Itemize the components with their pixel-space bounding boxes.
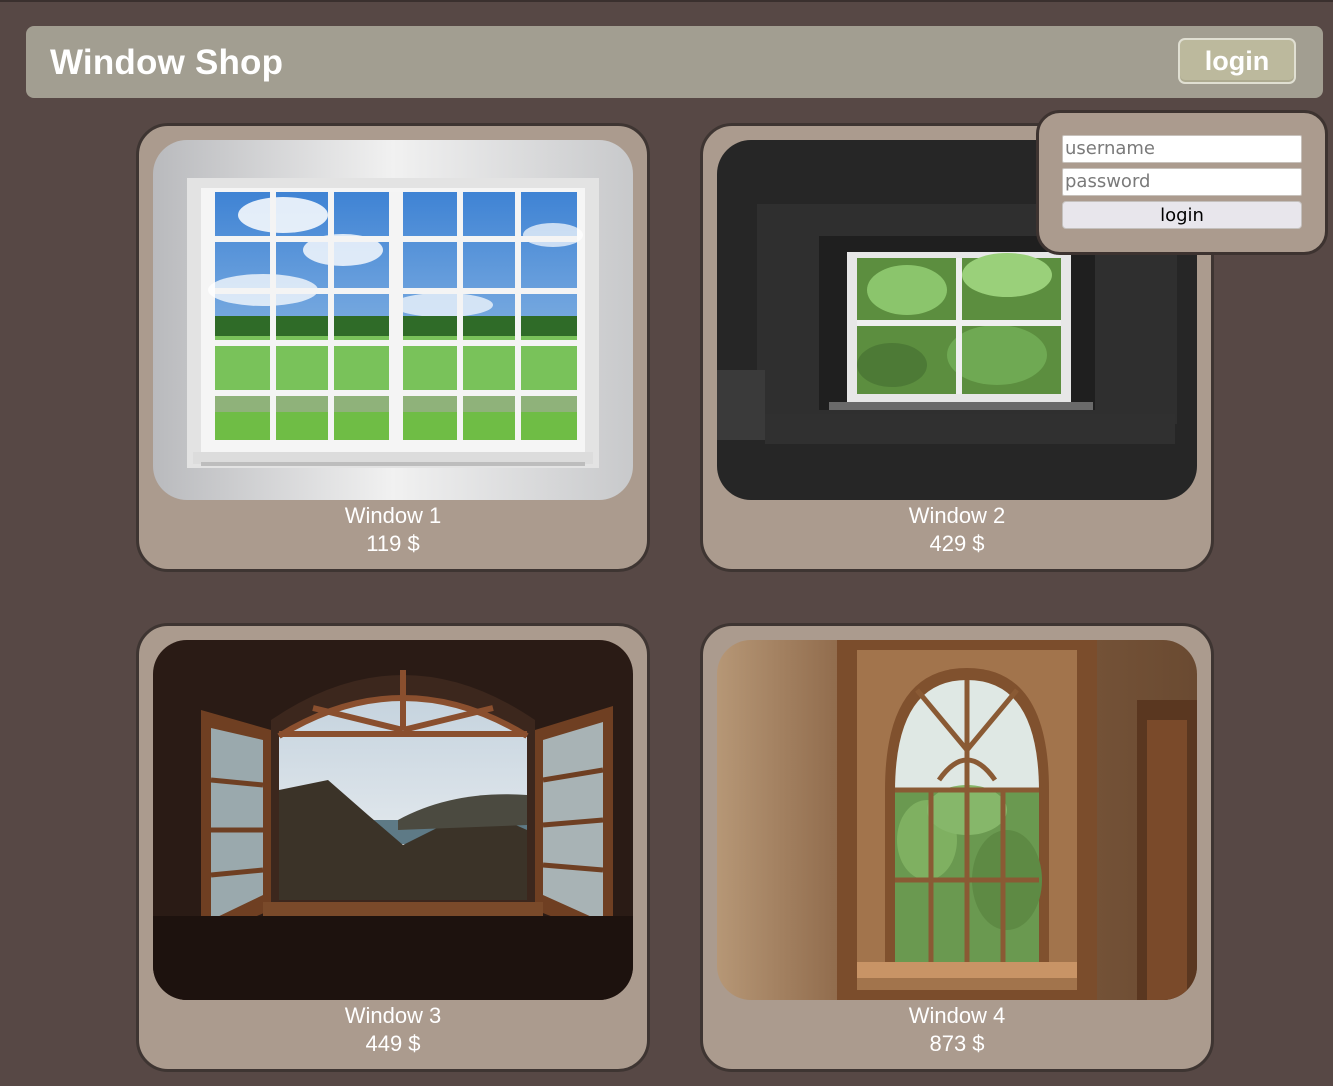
- product-price: 119 $: [366, 531, 420, 556]
- product-price: 429 $: [929, 531, 985, 556]
- login-submit-button[interactable]: login: [1062, 201, 1302, 229]
- product-card-window-1[interactable]: Window 1 119 $: [136, 123, 650, 572]
- site-title: Window Shop: [50, 43, 284, 82]
- product-name: Window 1: [344, 503, 442, 528]
- product-image-window-3[interactable]: [153, 640, 633, 1000]
- product-image-window-4[interactable]: [717, 640, 1197, 1000]
- product-image-window-1[interactable]: [153, 140, 633, 500]
- site-header: Window Shop login: [26, 26, 1323, 98]
- product-price: 449 $: [365, 1031, 421, 1056]
- product-name: Window 4: [908, 1003, 1006, 1028]
- window-3-photo: [153, 640, 633, 1000]
- product-card-window-4[interactable]: Window 4 873 $: [700, 623, 1214, 1072]
- product-card-window-3[interactable]: Window 3 449 $: [136, 623, 650, 1072]
- header-login-button[interactable]: login: [1178, 38, 1296, 84]
- window-4-photo: [717, 640, 1197, 1000]
- password-field[interactable]: password: [1062, 168, 1302, 196]
- product-name: Window 2: [908, 503, 1006, 528]
- login-popup: username password login: [1036, 110, 1328, 255]
- top-border: [0, 0, 1333, 2]
- username-field[interactable]: username: [1062, 135, 1302, 163]
- product-price: 873 $: [929, 1031, 985, 1056]
- window-1-photo: [153, 140, 633, 500]
- product-name: Window 3: [344, 1003, 442, 1028]
